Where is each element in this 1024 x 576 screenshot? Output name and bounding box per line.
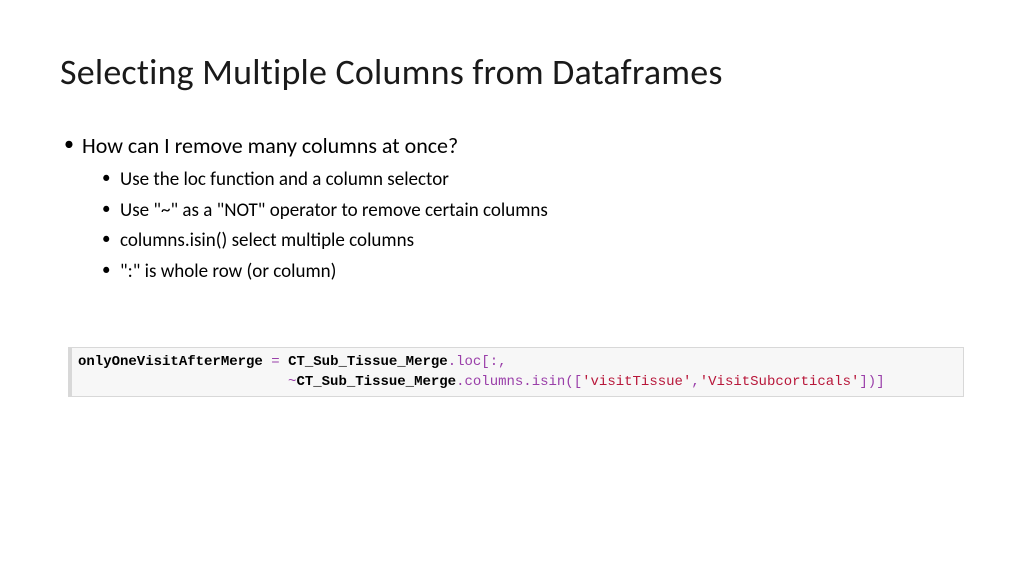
code-string: 'visitTissue' [582, 374, 691, 390]
sub-bullet: columns.isin() select multiple columns [102, 228, 964, 254]
sub-bullet: Use the loc function and a column select… [102, 167, 964, 193]
code-indent [78, 374, 288, 390]
code-cols: .columns.isin([ [456, 374, 582, 390]
code-obj: CT_Sub_Tissue_Merge [296, 374, 456, 390]
code-string: 'VisitSubcorticals' [700, 374, 860, 390]
code-var: onlyOneVisitAfterMerge [78, 354, 263, 370]
code-close: ])] [859, 374, 884, 390]
sub-bullet: Use "~" as a "NOT" operator to remove ce… [102, 198, 964, 224]
code-obj: CT_Sub_Tissue_Merge [288, 354, 448, 370]
main-bullet: How can I remove many columns at once? [64, 132, 964, 159]
code-comma: , [691, 374, 699, 390]
code-snippet: onlyOneVisitAfterMerge = CT_Sub_Tissue_M… [68, 347, 964, 398]
slide-title: Selecting Multiple Columns from Datafram… [60, 50, 964, 94]
code-assign: = [263, 354, 288, 370]
bullet-list: How can I remove many columns at once? U… [60, 132, 964, 285]
sub-bullet-list: Use the loc function and a column select… [64, 167, 964, 285]
sub-bullet: ":" is whole row (or column) [102, 259, 964, 285]
code-loc: .loc[:, [448, 354, 507, 370]
